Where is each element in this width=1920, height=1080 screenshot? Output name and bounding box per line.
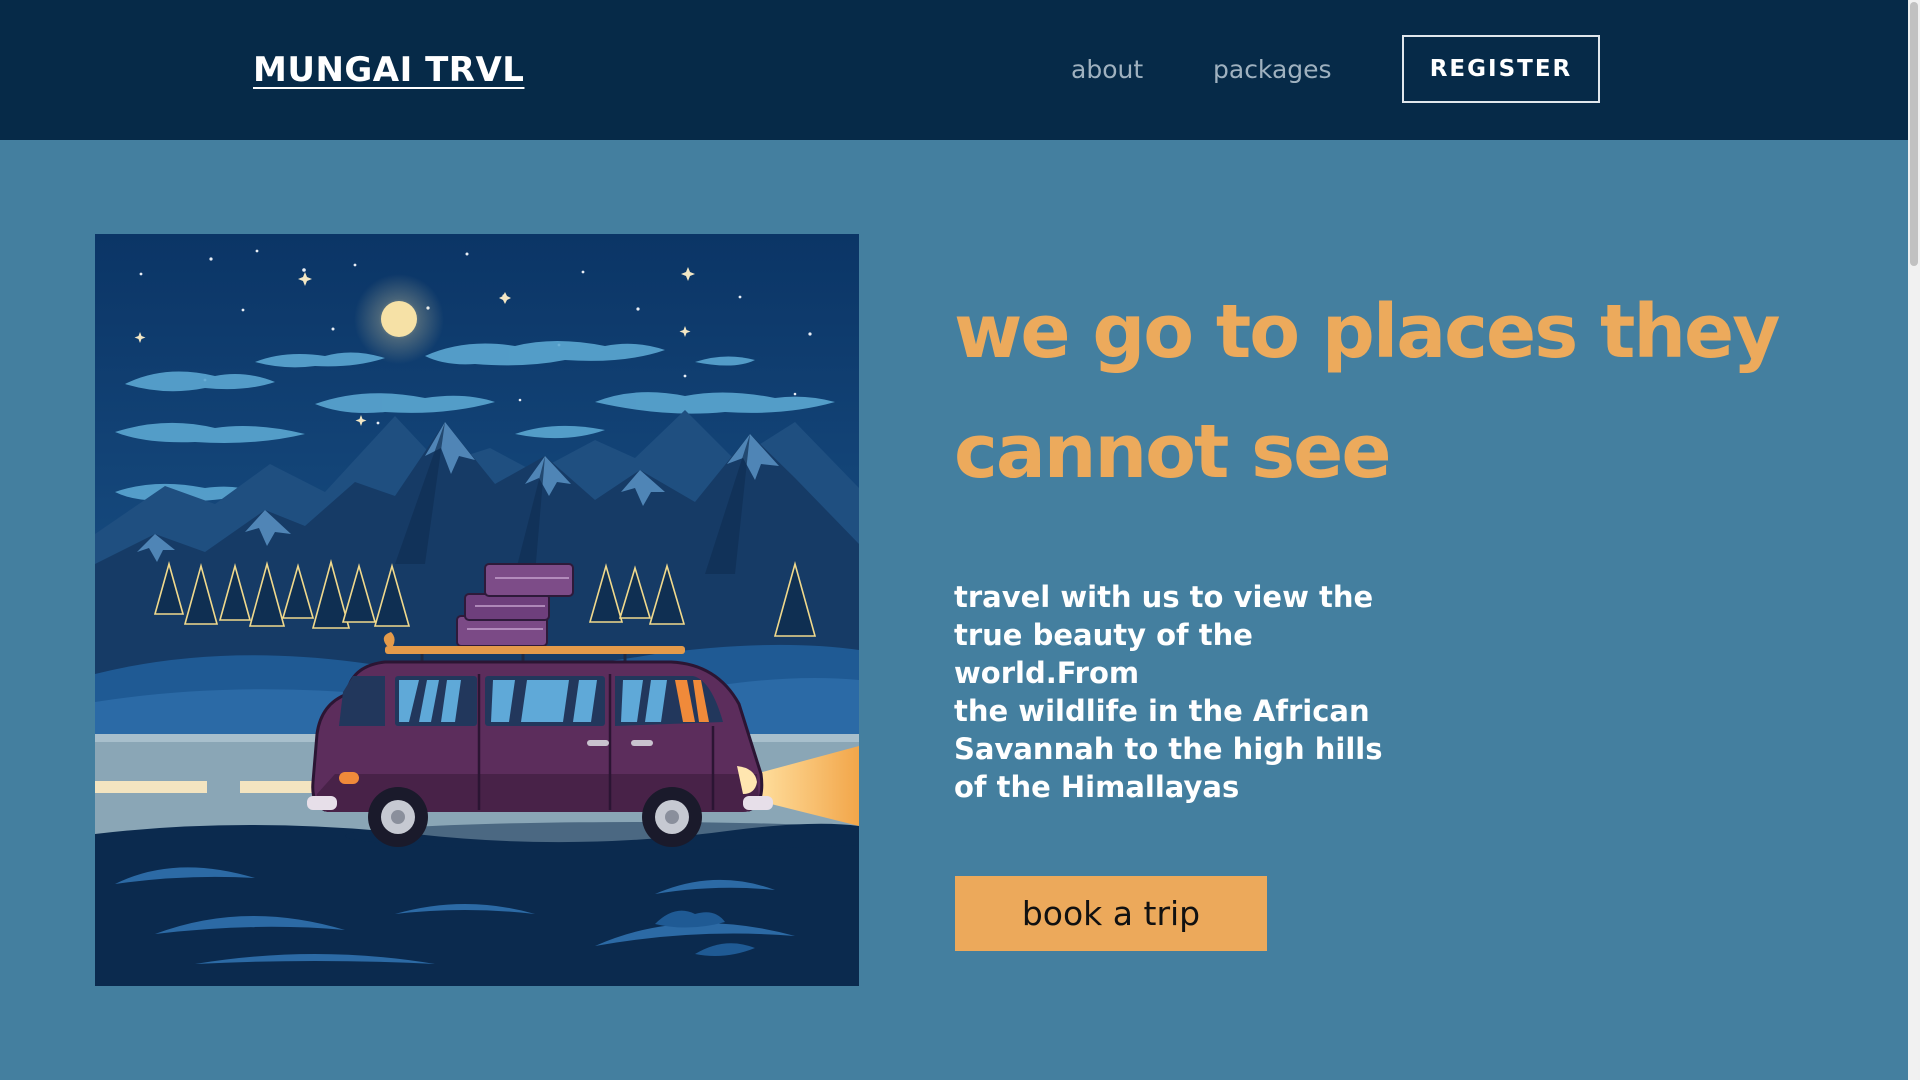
- hero-headline: we go to places they cannot see: [954, 289, 1780, 495]
- hero-description: travel with us to view the true beauty o…: [954, 580, 1383, 804]
- van-night-scene-image: [95, 234, 859, 986]
- brand-logo[interactable]: MUNGAI TRVL: [253, 50, 524, 90]
- nav-link-packages[interactable]: packages: [1213, 55, 1332, 84]
- scrollbar-thumb[interactable]: [1910, 2, 1918, 266]
- landing-page: MUNGAI TRVL about packages REGISTER we g…: [0, 0, 1920, 1080]
- book-trip-button[interactable]: book a trip: [955, 876, 1267, 951]
- top-navbar: MUNGAI TRVL about packages REGISTER: [0, 0, 1908, 140]
- hero-illustration: [95, 234, 859, 986]
- nav-link-about[interactable]: about: [1071, 55, 1143, 84]
- register-button[interactable]: REGISTER: [1402, 35, 1600, 103]
